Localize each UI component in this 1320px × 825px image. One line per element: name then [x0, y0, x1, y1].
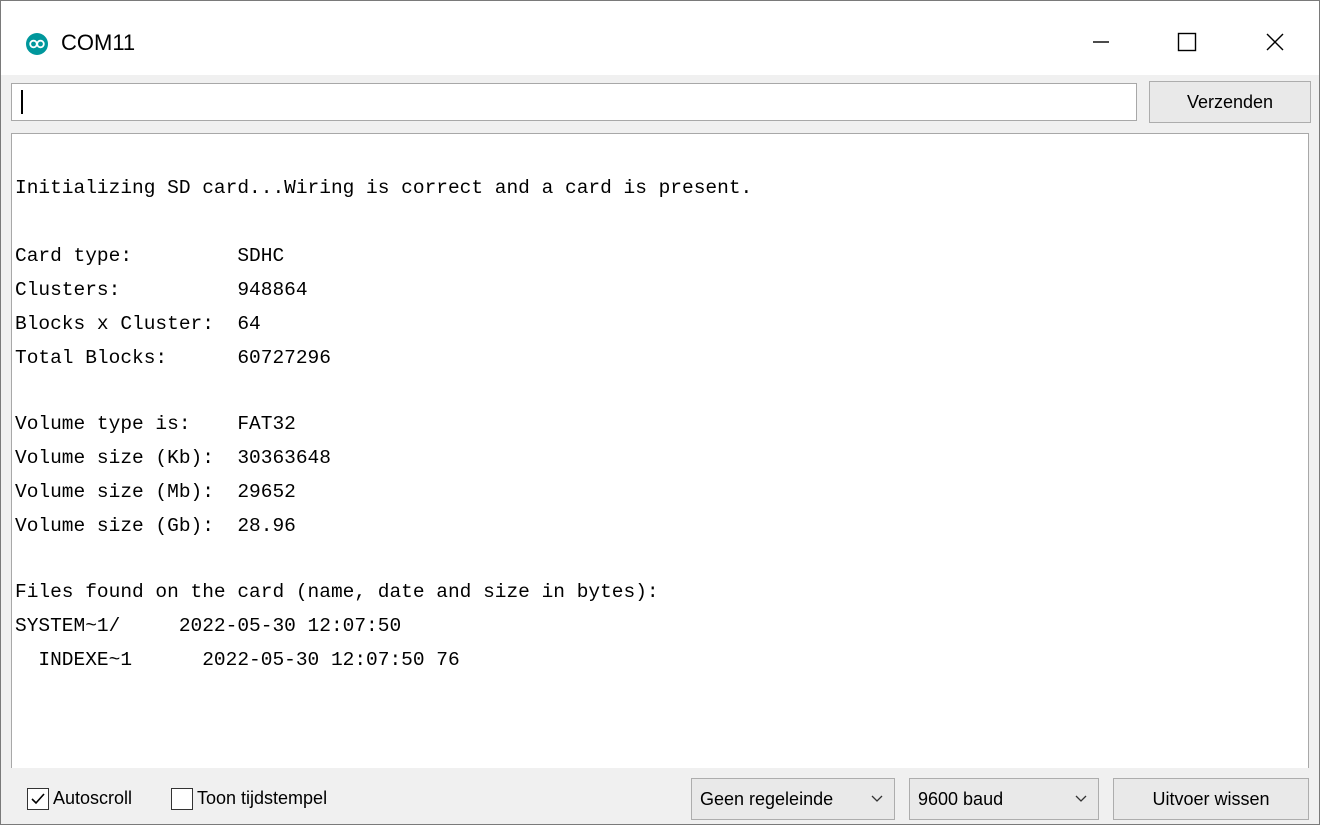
output-line: Volume size (Mb): 29652 — [15, 481, 296, 503]
output-line: Volume type is: FAT32 — [15, 413, 296, 435]
text-caret — [21, 90, 23, 114]
output-line: Blocks x Cluster: 64 — [15, 313, 261, 335]
clear-output-button[interactable]: Uitvoer wissen — [1113, 778, 1309, 820]
send-input[interactable] — [11, 83, 1137, 121]
minimize-button[interactable] — [1071, 19, 1131, 65]
send-row: Verzenden — [1, 75, 1319, 133]
line-ending-select[interactable]: Geen regeleinde — [691, 778, 895, 820]
baud-rate-value: 9600 baud — [918, 789, 1004, 809]
chevron-down-icon — [871, 795, 883, 802]
bottom-bar: Autoscroll Toon tijdstempel Geen regelei… — [1, 768, 1319, 824]
close-button[interactable] — [1245, 19, 1305, 65]
serial-monitor-window: COM11 Verzenden Initializing SD card...W… — [0, 0, 1320, 825]
autoscroll-checkbox[interactable] — [27, 788, 49, 810]
maximize-button[interactable] — [1157, 19, 1217, 65]
output-line: Clusters: 948864 — [15, 279, 308, 301]
window-title: COM11 — [61, 30, 136, 55]
baud-rate-select[interactable]: 9600 baud — [909, 778, 1099, 820]
output-line: INDEXE~1 2022-05-30 12:07:50 76 — [15, 649, 460, 671]
output-line: Initializing SD card...Wiring is correct… — [15, 177, 753, 199]
serial-output[interactable]: Initializing SD card...Wiring is correct… — [11, 133, 1309, 769]
maximize-icon — [1177, 32, 1197, 52]
output-line: Volume size (Kb): 30363648 — [15, 447, 331, 469]
output-line: Card type: SDHC — [15, 245, 285, 267]
output-line: Volume size (Gb): 28.96 — [15, 515, 296, 537]
line-ending-value: Geen regeleinde — [700, 789, 834, 809]
output-line: Files found on the card (name, date and … — [15, 581, 659, 603]
minimize-icon — [1093, 41, 1109, 43]
autoscroll-label[interactable]: Autoscroll — [53, 788, 132, 809]
output-line: Total Blocks: 60727296 — [15, 347, 331, 369]
send-button[interactable]: Verzenden — [1149, 81, 1311, 123]
title-bar: COM11 — [1, 1, 1319, 75]
output-line: SYSTEM~1/ 2022-05-30 12:07:50 — [15, 615, 402, 637]
chevron-down-icon — [1075, 795, 1087, 802]
close-icon — [1266, 33, 1284, 51]
checkmark-icon — [31, 793, 45, 805]
timestamp-label[interactable]: Toon tijdstempel — [197, 788, 327, 809]
arduino-icon — [26, 33, 48, 55]
timestamp-checkbox[interactable] — [171, 788, 193, 810]
